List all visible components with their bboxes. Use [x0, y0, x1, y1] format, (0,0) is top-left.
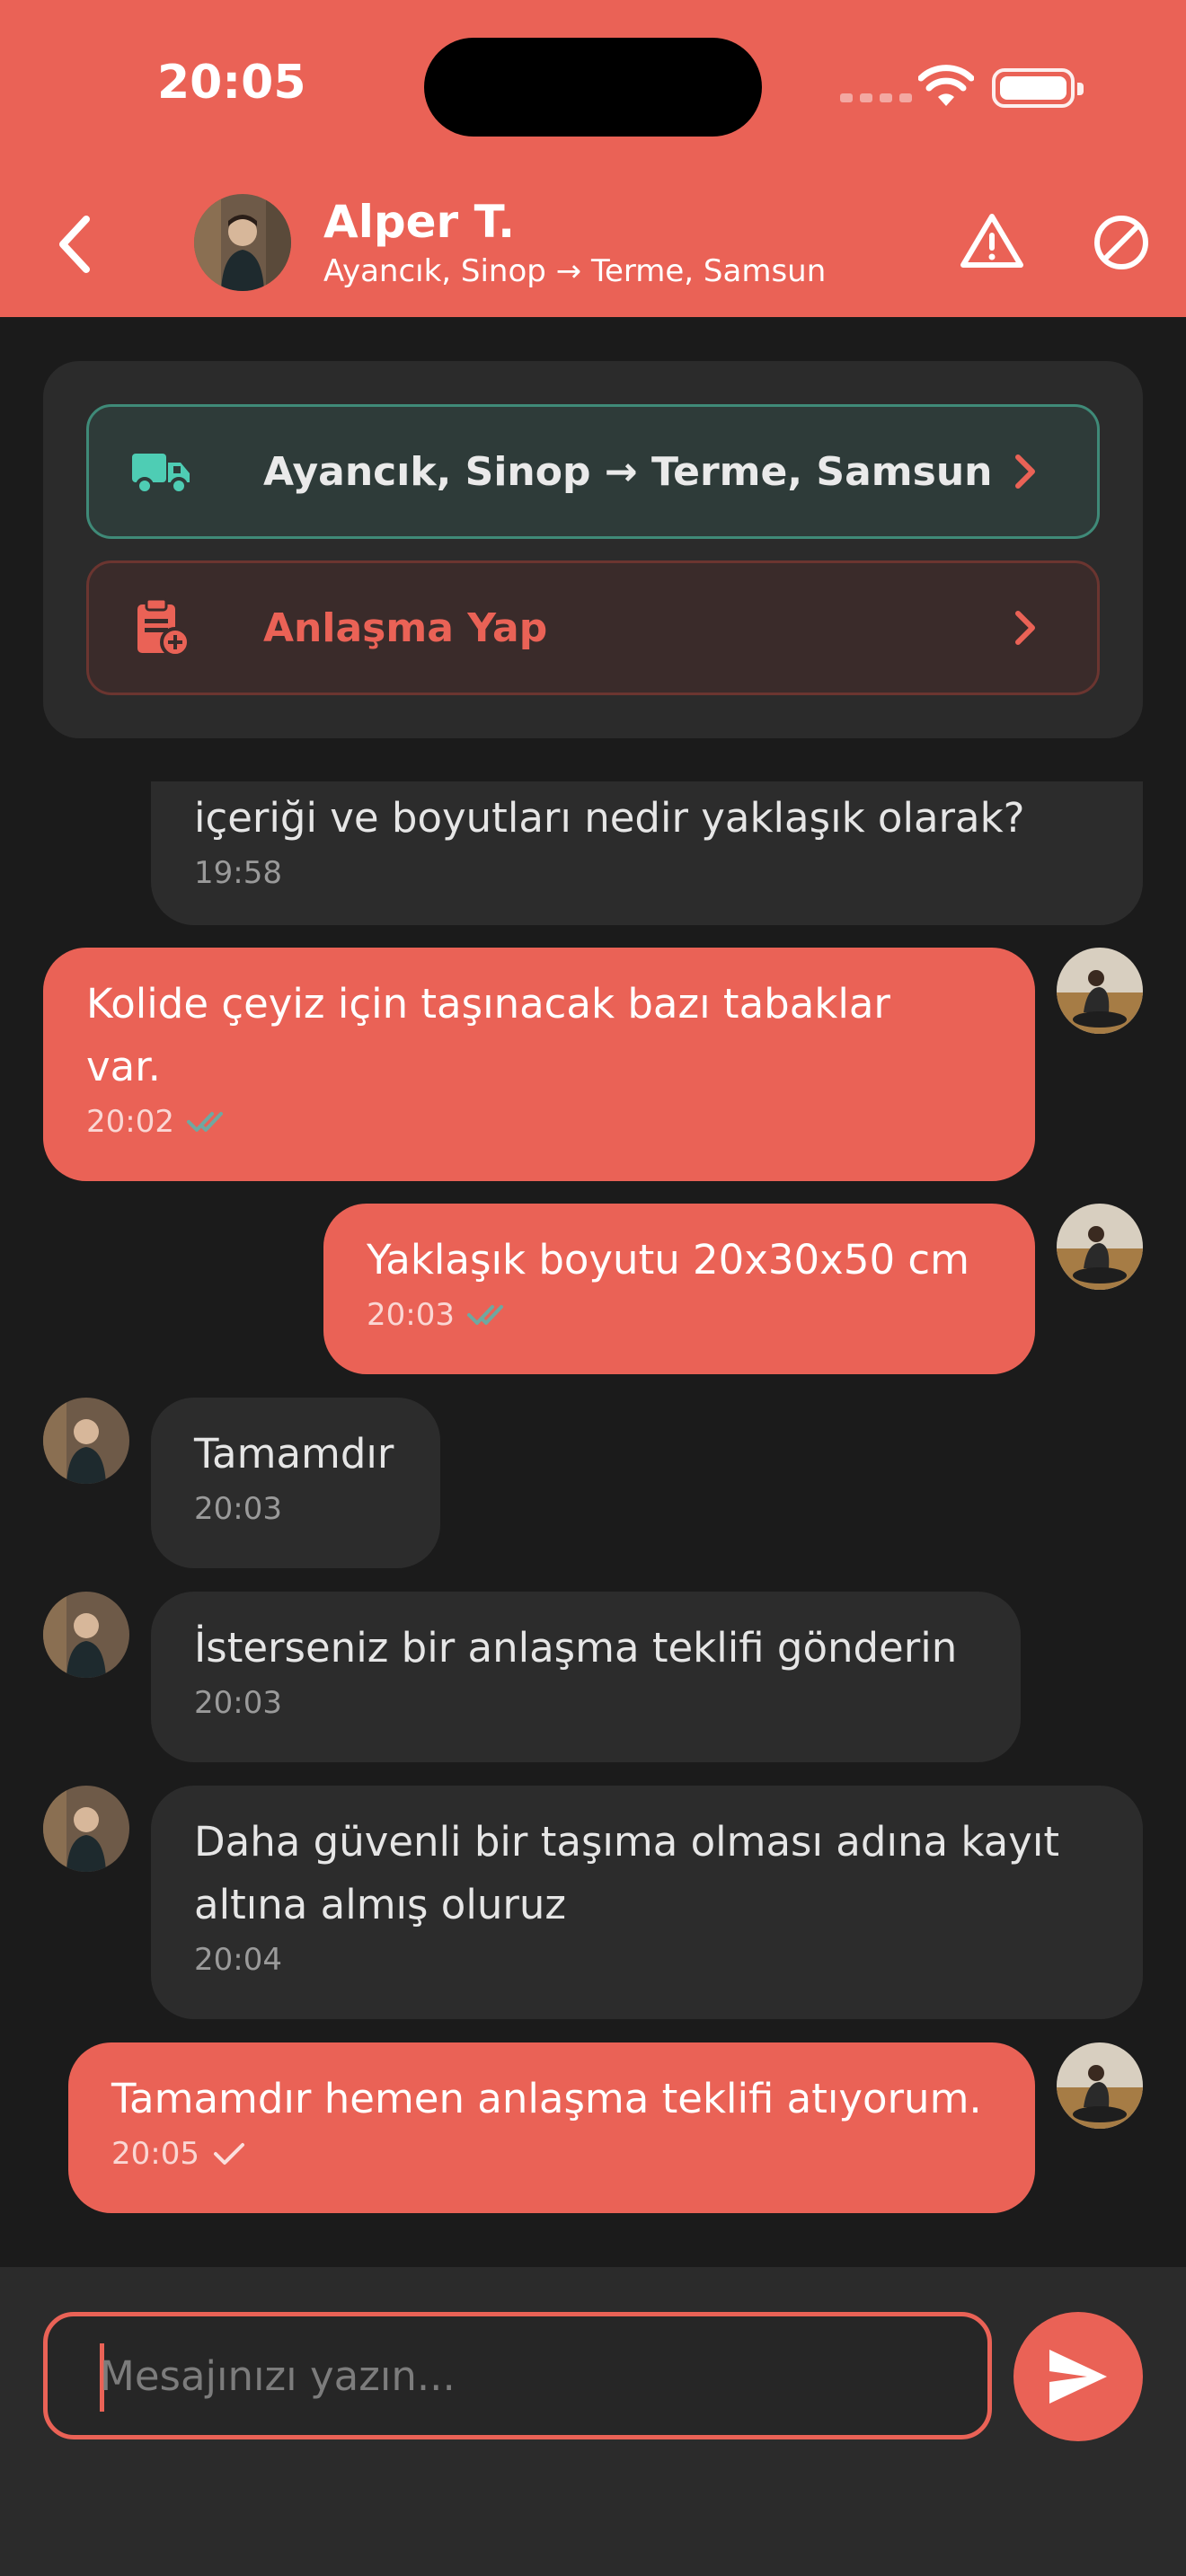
message-text: Tamamdır	[194, 1430, 394, 1478]
message-bubble-incoming[interactable]: Tamamdır 20:03	[151, 1398, 440, 1568]
wifi-icon	[918, 65, 974, 106]
dynamic-island	[424, 38, 762, 137]
chevron-left-icon[interactable]	[45, 208, 108, 280]
message-composer: Mesajınızı yazın...	[0, 2267, 1186, 2576]
clipboard-add-icon	[137, 597, 190, 657]
sender-avatar	[1057, 948, 1143, 1034]
message-time: 20:02	[86, 1104, 174, 1140]
make-deal-label: Anlaşma Yap	[263, 604, 548, 651]
message-bubble-incoming[interactable]: içeriği ve boyutları nedir yaklaşık olar…	[151, 781, 1143, 925]
chevron-right-icon	[1015, 454, 1035, 489]
send-icon	[1049, 2350, 1107, 2404]
message-time: 19:58	[194, 855, 282, 891]
chevron-right-icon	[1015, 611, 1035, 645]
message-text: içeriği ve boyutları nedir yaklaşık olar…	[194, 794, 1025, 842]
message-bubble-outgoing[interactable]: Kolide çeyiz için taşınacak bazı tabakla…	[43, 948, 1035, 1181]
warning-icon[interactable]	[960, 211, 1024, 270]
app-header: 20:05 Alper T. Ayancık, Sinop → Terme, S…	[0, 0, 1186, 317]
message-time: 20:03	[367, 1297, 455, 1333]
message-text: İsterseniz bir anlaşma teklifi gönderin	[194, 1624, 958, 1672]
quick-actions-card: Ayancık, Sinop → Terme, Samsun Anlaşma Y…	[43, 361, 1143, 738]
contact-name[interactable]: Alper T.	[323, 196, 515, 248]
double-check-icon	[186, 1112, 223, 1132]
message-text: Yaklaşık boyutu 20x30x50 cm	[367, 1236, 969, 1284]
contact-avatar	[43, 1398, 129, 1484]
route-action-label: Ayancık, Sinop → Terme, Samsun	[263, 448, 993, 495]
message-time: 20:03	[194, 1685, 282, 1721]
message-list[interactable]: içeriği ve boyutları nedir yaklaşık olar…	[0, 781, 1186, 2263]
message-bubble-incoming[interactable]: Daha güvenli bir taşıma olması adına kay…	[151, 1786, 1143, 2019]
cellular-signal-icon	[840, 93, 912, 102]
battery-icon	[992, 68, 1084, 108]
double-check-icon	[466, 1305, 503, 1325]
message-bubble-incoming[interactable]: İsterseniz bir anlaşma teklifi gönderin …	[151, 1592, 1021, 1762]
message-text: Kolide çeyiz için taşınacak bazı tabakla…	[86, 980, 890, 1090]
check-icon	[213, 2143, 244, 2165]
message-text: Daha güvenli bir taşıma olması adına kay…	[194, 1818, 1059, 1928]
make-deal-button[interactable]: Anlaşma Yap	[86, 560, 1100, 695]
truck-icon	[132, 454, 190, 495]
status-time: 20:05	[157, 56, 306, 110]
message-input[interactable]: Mesajınızı yazın...	[43, 2312, 992, 2439]
message-time: 20:04	[194, 1942, 282, 1978]
message-text: Tamamdır hemen anlaşma teklifi atıyorum.	[111, 2075, 982, 2122]
block-icon[interactable]	[1093, 214, 1150, 271]
contact-avatar[interactable]	[194, 194, 291, 291]
sender-avatar	[1057, 1204, 1143, 1290]
message-input-placeholder: Mesajınızı yazın...	[100, 2352, 456, 2400]
message-bubble-outgoing[interactable]: Yaklaşık boyutu 20x30x50 cm 20:03	[323, 1204, 1035, 1374]
message-bubble-outgoing[interactable]: Tamamdır hemen anlaşma teklifi atıyorum.…	[68, 2042, 1035, 2213]
sender-avatar	[1057, 2042, 1143, 2129]
message-time: 20:05	[111, 2136, 199, 2172]
route-action-button[interactable]: Ayancık, Sinop → Terme, Samsun	[86, 404, 1100, 539]
contact-avatar	[43, 1592, 129, 1678]
contact-route: Ayancık, Sinop → Terme, Samsun	[323, 253, 827, 289]
message-time: 20:03	[194, 1491, 282, 1527]
contact-avatar	[43, 1786, 129, 1872]
send-button[interactable]	[1013, 2312, 1143, 2441]
